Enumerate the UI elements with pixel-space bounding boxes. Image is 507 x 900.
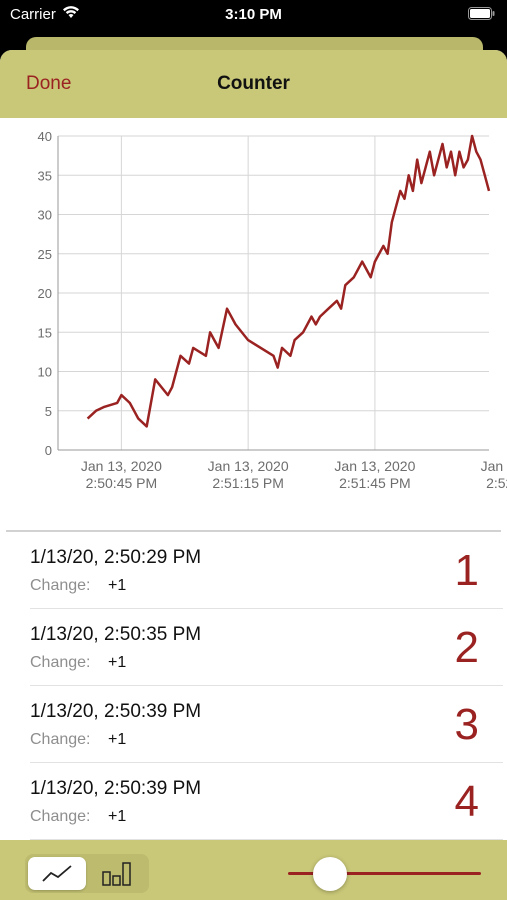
y-tick-label: 40 [38,129,52,144]
x-tick-label: Jan 13 [481,458,507,474]
x-tick-label: Jan 13, 2020 [334,458,415,474]
y-tick-label: 5 [45,404,52,419]
series-line [86,134,491,428]
list-item[interactable]: 1/13/20, 2:50:39 PM Change: +1 4 [30,763,503,840]
record-time: 1/13/20, 2:50:29 PM [30,547,202,568]
record-time: 1/13/20, 2:50:39 PM [30,778,202,799]
record-count: 1 [454,546,479,595]
y-tick-label: 25 [38,247,52,262]
list-item[interactable]: 1/13/20, 2:50:29 PM Change: +1 1 [30,532,503,609]
y-tick-label: 20 [38,286,52,301]
clock: 3:10 PM [225,6,282,23]
x-tick-label: Jan 13, 2020 [81,458,162,474]
change-label: Change: [30,731,91,748]
x-tick-label: Jan 13, 2020 [208,458,289,474]
bottom-toolbar [0,840,507,900]
record-time: 1/13/20, 2:50:35 PM [30,624,202,645]
record-count: 3 [454,700,479,749]
change-label: Change: [30,577,91,594]
record-list: 1/13/20, 2:50:29 PM Change: +1 1 1/13/20… [0,532,507,840]
record-count: 2 [454,623,479,672]
bar-chart-icon [102,862,131,886]
change-value: +1 [108,808,127,825]
chart-type-segmented-control[interactable] [25,854,149,893]
y-tick-label: 30 [38,208,52,223]
line-chart: 0510152025303540Jan 13, 20202:50:45 PMJa… [38,129,507,491]
page-title: Counter [217,73,290,94]
battery-icon [468,7,495,20]
record-time: 1/13/20, 2:50:39 PM [30,701,202,722]
zoom-slider-thumb[interactable] [313,857,347,891]
counter-chart[interactable]: 0 5 10 15 20 25 30 35 40 Jan 13, 2020 2:50:45 PM Ja… [0,118,507,528]
list-item[interactable]: 1/13/20, 2:50:35 PM Change: +1 2 [30,609,503,686]
x-tick-label: 2:52: [486,475,507,491]
change-value: +1 [108,654,127,671]
change-value: +1 [108,731,127,748]
counter-sheet: Done Counter 0 5 10 15 20 25 30 35 40 Jan 13, 202… [0,50,507,900]
navigation-bar: Done Counter [0,50,507,118]
line-chart-segment[interactable] [28,857,86,890]
change-label: Change: [30,808,91,825]
x-tick-label: 2:50:45 PM [86,475,158,491]
y-tick-label: 10 [38,365,52,380]
x-tick-label: 2:51:45 PM [339,475,411,491]
x-tick-label: 2:51:15 PM [212,475,284,491]
list-item[interactable]: 1/13/20, 2:50:39 PM Change: +1 3 [30,686,503,763]
bar-chart-segment[interactable] [88,857,146,890]
change-value: +1 [108,577,127,594]
change-label: Change: [30,654,91,671]
status-bar: Carrier 3:10 PM [0,0,507,30]
line-chart-icon [42,865,72,882]
y-tick-label: 15 [38,325,52,340]
y-tick-label: 0 [45,443,52,458]
record-count: 4 [454,777,479,826]
y-tick-label: 35 [38,168,52,183]
